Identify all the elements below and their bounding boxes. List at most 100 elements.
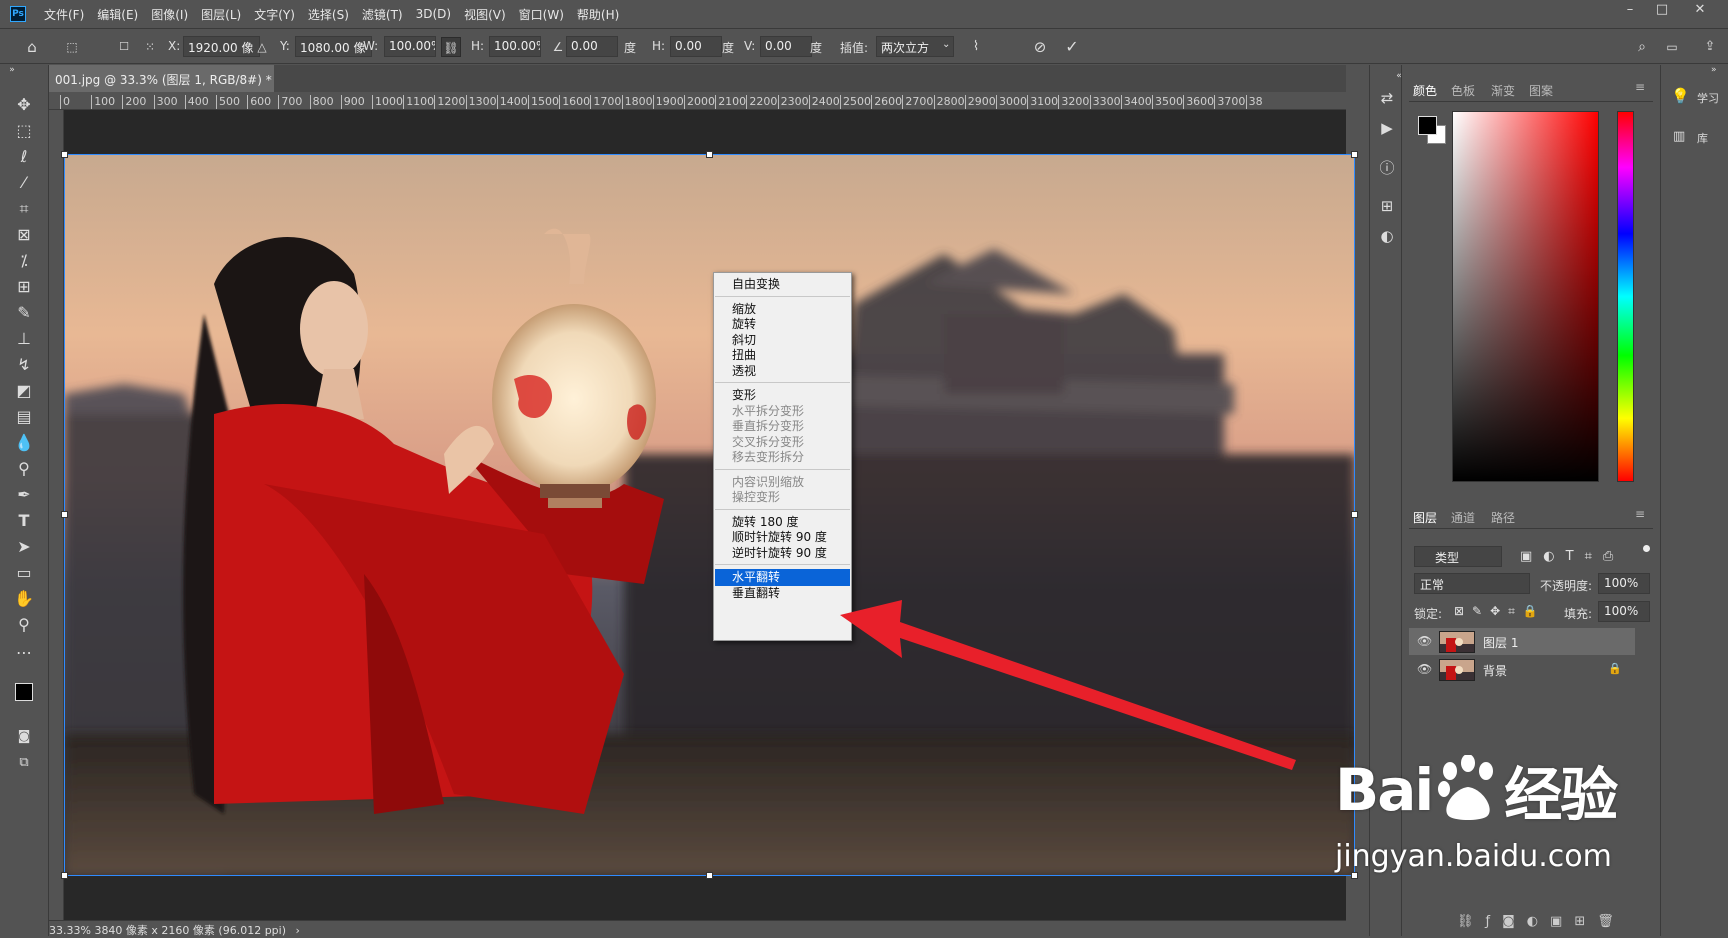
menu-edit[interactable]: 编辑(E) xyxy=(97,6,138,23)
layer-filter-icons[interactable]: ▣◐T⌗⎙ xyxy=(1520,549,1624,564)
transform-handle-left[interactable] xyxy=(61,511,68,518)
layer-filter-select[interactable]: 类型 xyxy=(1414,546,1502,567)
link-icon[interactable]: ⛓ xyxy=(441,37,461,57)
foreground-color-swatch[interactable] xyxy=(15,683,33,701)
transform-handle-bottom-left[interactable] xyxy=(61,872,68,879)
transform-handle-right[interactable] xyxy=(1351,511,1358,518)
panel-menu-icon[interactable]: ≡ xyxy=(1635,80,1645,94)
pen-tool-icon[interactable]: ✒ xyxy=(10,483,38,507)
eraser-tool-icon[interactable]: ◩ xyxy=(10,379,38,403)
reference-point-grid-icon[interactable]: ⁙ xyxy=(140,37,160,57)
menu-filter[interactable]: 滤镜(T) xyxy=(362,6,403,23)
workspace-icon[interactable]: ▭ xyxy=(1662,37,1682,57)
path-select-tool-icon[interactable]: ➤ xyxy=(10,535,38,559)
tab-gradients[interactable]: 渐变 xyxy=(1491,82,1515,99)
blend-mode-select[interactable]: 正常 xyxy=(1414,573,1530,594)
delta-icon[interactable]: △ xyxy=(252,37,272,57)
learn-button[interactable]: 💡 学习 xyxy=(1665,83,1725,111)
commit-transform-icon[interactable]: ✓ xyxy=(1062,37,1082,57)
menu-item[interactable]: 旋转 180 度 xyxy=(715,514,850,531)
close-window-button[interactable]: ✕ xyxy=(1680,0,1720,22)
menu-item[interactable]: 逆时针旋转 90 度 xyxy=(715,545,850,562)
transform-handle-top-right[interactable] xyxy=(1351,151,1358,158)
tab-color[interactable]: 颜色 xyxy=(1413,82,1437,99)
quick-mask-icon[interactable]: ◙ xyxy=(10,725,38,749)
menu-item[interactable]: 垂直翻转 xyxy=(715,585,850,602)
color-picker-field[interactable] xyxy=(1452,111,1599,482)
menu-help[interactable]: 帮助(H) xyxy=(577,6,619,23)
layers-menu-icon[interactable]: ≡ xyxy=(1635,507,1645,521)
history-brush-tool-icon[interactable]: ↯ xyxy=(10,353,38,377)
info-panel-icon[interactable]: ⓘ xyxy=(1376,157,1398,179)
menu-type[interactable]: 文字(Y) xyxy=(254,6,295,23)
collapse-icon[interactable]: » xyxy=(2,65,22,75)
history-panel-icon[interactable]: ⇄ xyxy=(1376,87,1398,109)
hskew-field[interactable]: 0.00 xyxy=(670,36,722,57)
more-tools-icon[interactable]: ⋯ xyxy=(10,641,38,665)
frame-tool-icon[interactable]: ⊠ xyxy=(10,223,38,247)
crop-tool-icon[interactable]: ⌗ xyxy=(10,197,38,221)
menu-file[interactable]: 文件(F) xyxy=(44,6,84,23)
adjustments-panel-icon[interactable]: ◐ xyxy=(1376,225,1398,247)
menu-layer[interactable]: 图层(L) xyxy=(201,6,241,23)
fill-field[interactable]: 100% xyxy=(1598,601,1650,622)
visibility-eye-icon[interactable]: 👁 xyxy=(1417,662,1432,676)
marquee-tool-icon[interactable]: ⬚ xyxy=(10,119,38,143)
screen-mode-icon[interactable]: ⧉ xyxy=(10,751,38,775)
healing-tool-icon[interactable]: ⊞ xyxy=(10,275,38,299)
cancel-transform-icon[interactable]: ⊘ xyxy=(1030,37,1050,57)
libraries-button[interactable]: ▥ 库 xyxy=(1665,123,1725,151)
collapse-dock-icon[interactable]: » xyxy=(1711,65,1717,75)
stamp-tool-icon[interactable]: ⊥ xyxy=(10,327,38,351)
filter-toggle-icon[interactable] xyxy=(1643,545,1650,552)
move-tool-icon[interactable]: ✥ xyxy=(10,93,38,117)
tab-patterns[interactable]: 图案 xyxy=(1529,82,1553,99)
document-tab[interactable]: 001.jpg @ 33.3% (图层 1, RGB/8#) * × xyxy=(49,65,294,92)
w-field[interactable]: 100.00% xyxy=(384,36,436,57)
vskew-field[interactable]: 0.00 xyxy=(760,36,812,57)
transform-handle-bottom[interactable] xyxy=(706,872,713,879)
type-tool-icon[interactable]: T xyxy=(10,509,38,533)
menu-item[interactable]: 缩放 xyxy=(715,301,850,318)
warp-mode-icon[interactable]: ⌇ xyxy=(966,37,986,57)
actions-play-icon[interactable]: ▶ xyxy=(1376,117,1398,139)
search-icon[interactable]: ⌕ xyxy=(1632,37,1652,57)
menu-item[interactable]: 顺时针旋转 90 度 xyxy=(715,529,850,546)
tab-layers[interactable]: 图层 xyxy=(1413,509,1437,526)
layer-row-background[interactable]: 👁 背景 🔒 xyxy=(1409,656,1635,683)
home-icon[interactable]: ⌂ xyxy=(22,37,42,57)
eyedropper-tool-icon[interactable]: ⁒ xyxy=(10,249,38,273)
dodge-tool-icon[interactable]: ⚲ xyxy=(10,457,38,481)
share-icon[interactable]: ⇪ xyxy=(1700,37,1720,57)
shape-tool-icon[interactable]: ▭ xyxy=(10,561,38,585)
color-panel-foreground-swatch[interactable] xyxy=(1418,116,1437,135)
h-field[interactable]: 100.00% xyxy=(489,36,541,57)
lasso-tool-icon[interactable]: ℓ xyxy=(10,145,38,169)
menu-select[interactable]: 选择(S) xyxy=(308,6,349,23)
hue-slider[interactable] xyxy=(1617,111,1634,482)
layers-footer-icons[interactable]: ⛓ƒ◙◐▣⊞🗑 xyxy=(1457,914,1626,929)
gradient-tool-icon[interactable]: ▤ xyxy=(10,405,38,429)
menu-item[interactable]: 透视 xyxy=(715,363,850,380)
maximize-button[interactable]: □ xyxy=(1646,0,1678,22)
properties-panel-icon[interactable]: ⊞ xyxy=(1376,195,1398,217)
brush-tool-icon[interactable]: ✎ xyxy=(10,301,38,325)
minimize-button[interactable]: – xyxy=(1614,0,1646,22)
menu-item[interactable]: 变形 xyxy=(715,387,850,404)
angle-field[interactable]: 0.00 xyxy=(566,36,618,57)
magic-wand-tool-icon[interactable]: ⁄ xyxy=(10,171,38,195)
hand-tool-icon[interactable]: ✋ xyxy=(10,587,38,611)
menu-item[interactable]: 扭曲 xyxy=(715,347,850,364)
menu-item[interactable]: 斜切 xyxy=(715,332,850,349)
menu-image[interactable]: 图像(I) xyxy=(151,6,188,23)
status-chevron-icon[interactable]: › xyxy=(296,924,300,937)
menu-view[interactable]: 视图(V) xyxy=(464,6,506,23)
tab-paths[interactable]: 路径 xyxy=(1491,509,1515,526)
x-field[interactable]: 1920.00 像 xyxy=(183,36,260,57)
menu-item[interactable]: 旋转 xyxy=(715,316,850,333)
lock-icons[interactable]: ⊠✎✥⌗🔒 xyxy=(1454,604,1546,619)
zoom-tool-icon[interactable]: ⚲ xyxy=(10,613,38,637)
transform-handle-top[interactable] xyxy=(706,151,713,158)
menu-3d[interactable]: 3D(D) xyxy=(416,7,451,21)
menu-window[interactable]: 窗口(W) xyxy=(519,6,564,23)
